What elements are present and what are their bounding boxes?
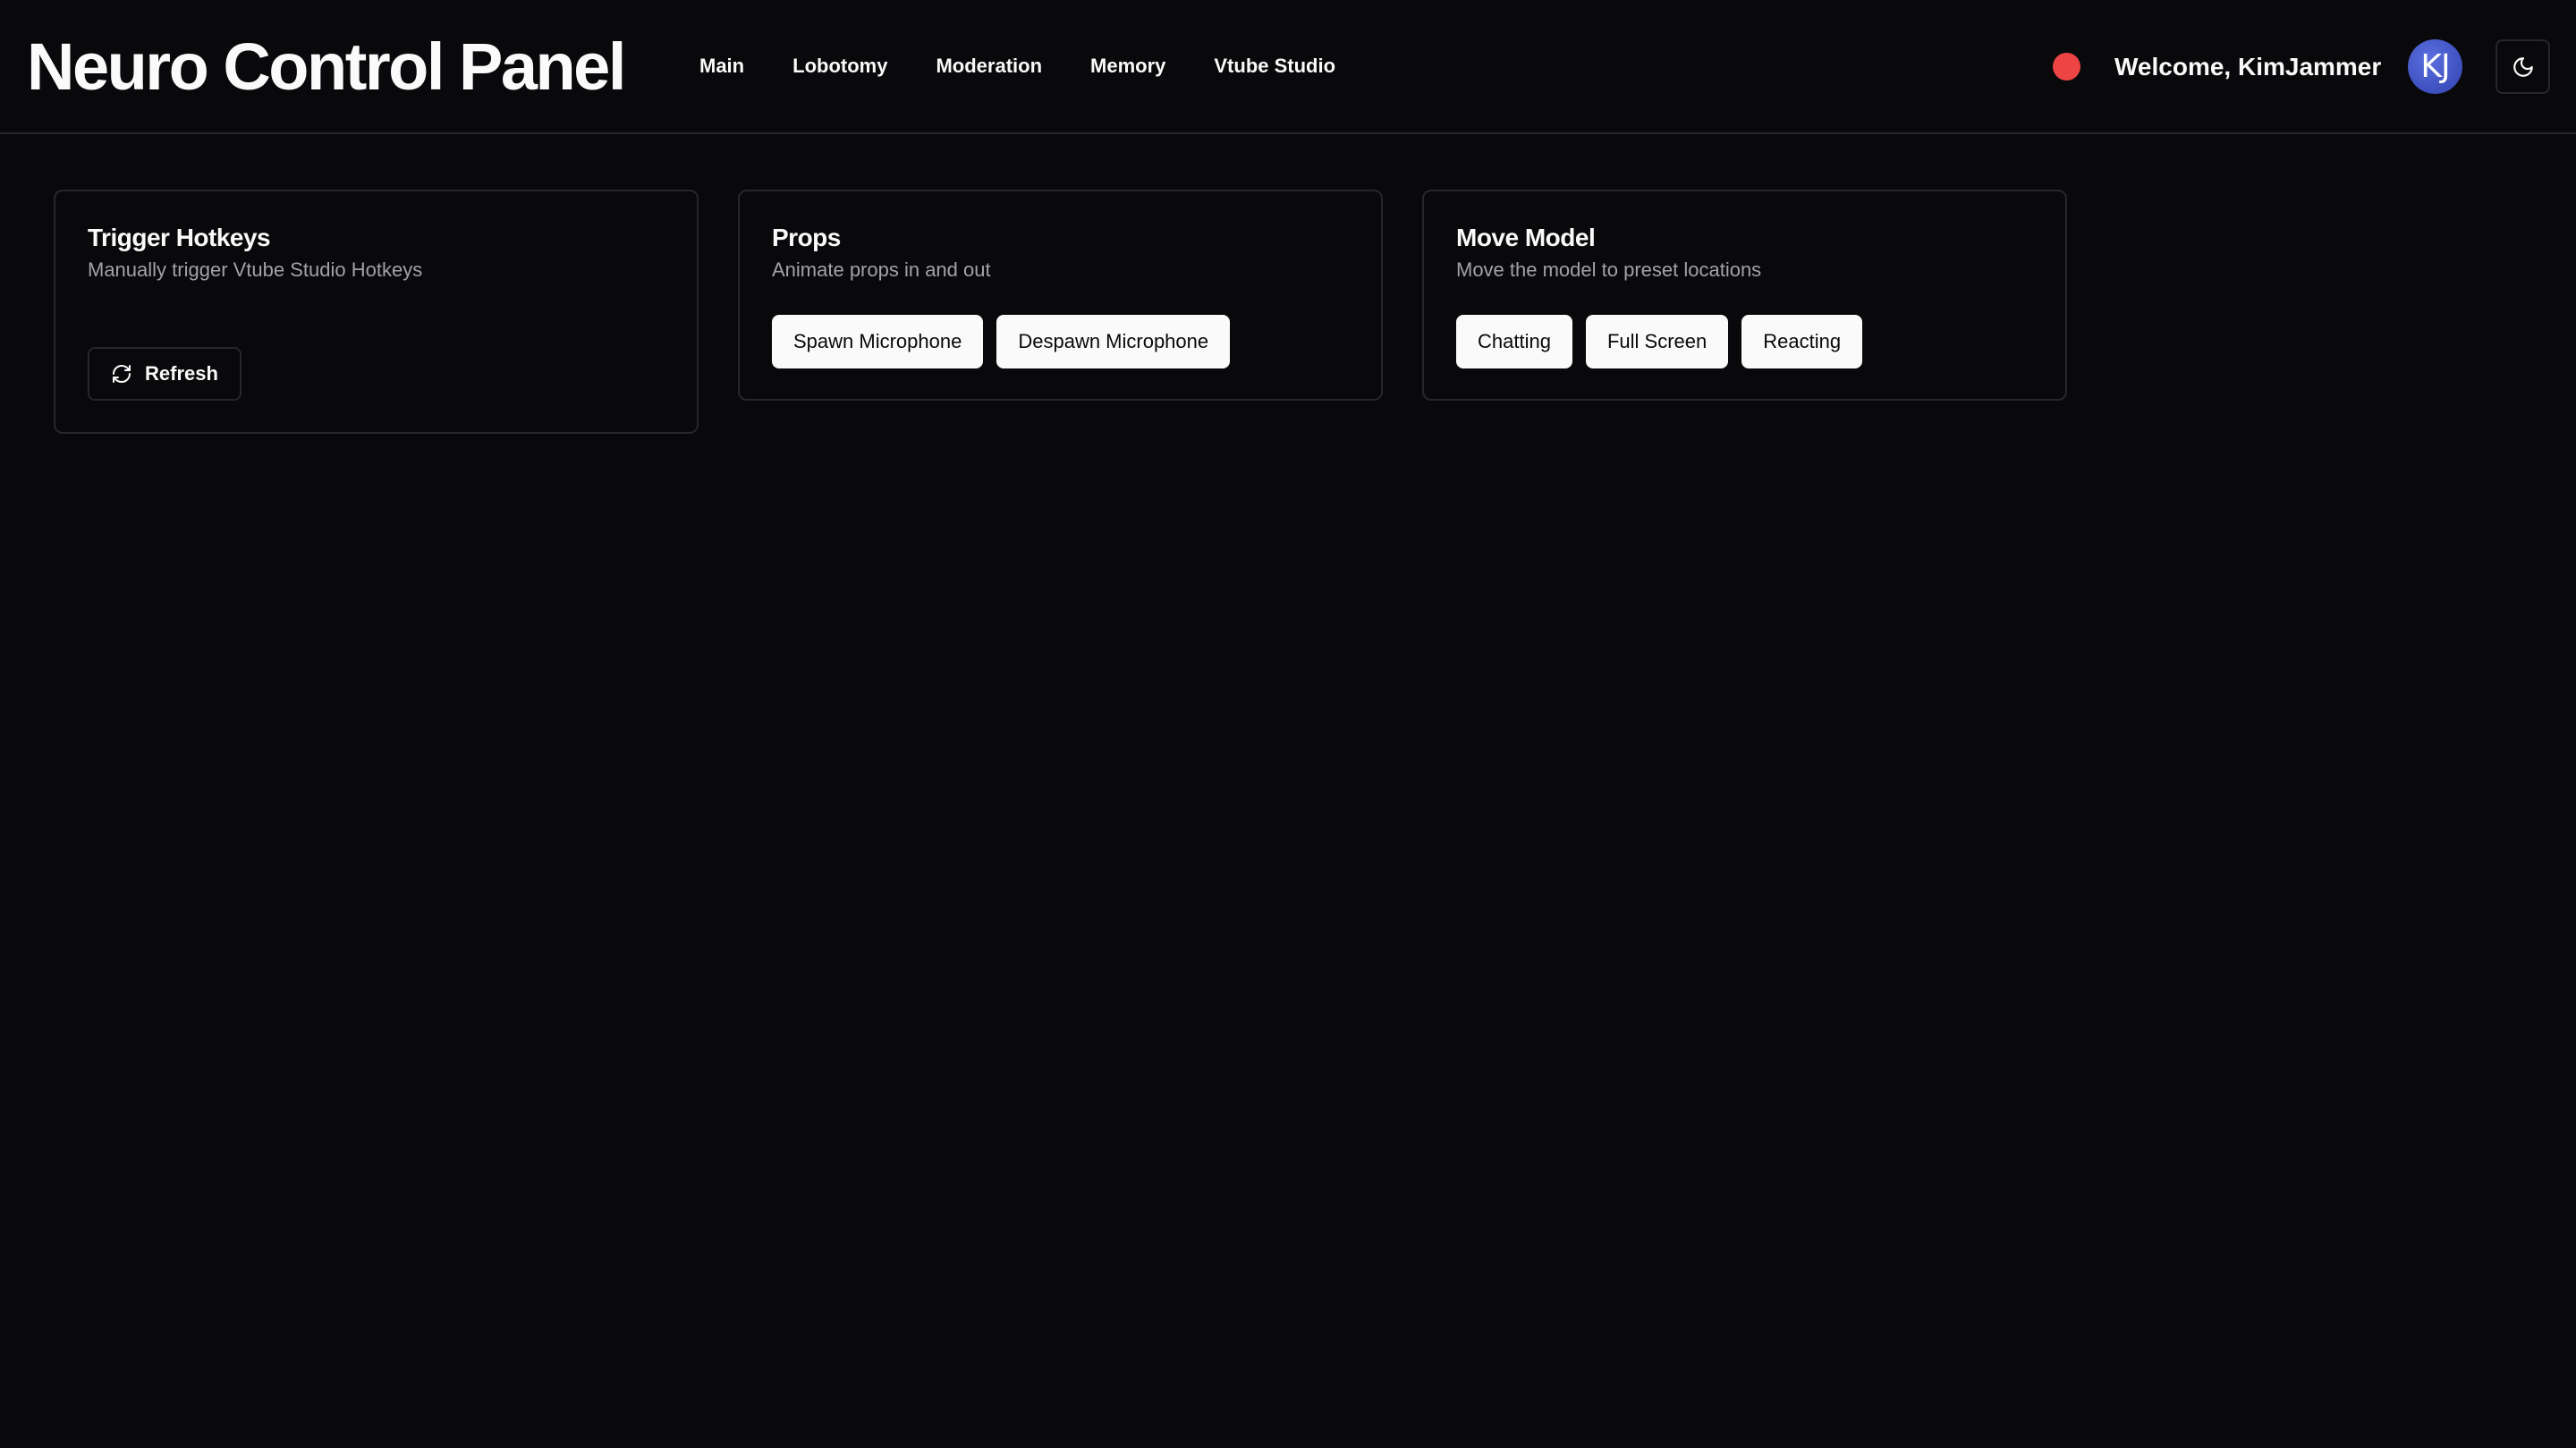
move-model-card: Move Model Move the model to preset loca… <box>1422 190 2067 401</box>
trigger-hotkeys-card: Trigger Hotkeys Manually trigger Vtube S… <box>54 190 699 434</box>
despawn-microphone-button[interactable]: Despawn Microphone <box>996 315 1231 368</box>
move-model-button-row: Chatting Full Screen Reacting <box>1456 315 1863 368</box>
card-description: Animate props in and out <box>772 258 991 281</box>
card-title: Move Model <box>1456 224 1596 251</box>
card-description: Move the model to preset locations <box>1456 258 1762 281</box>
nav-link-lobotomy[interactable]: Lobotomy <box>792 52 887 80</box>
app-title: Neuro Control Panel <box>27 30 626 104</box>
spawn-microphone-button[interactable]: Spawn Microphone <box>772 315 984 368</box>
refresh-label: Refresh <box>145 362 218 385</box>
chatting-position-button[interactable]: Chatting <box>1456 315 1572 368</box>
theme-toggle-button[interactable] <box>2496 39 2550 94</box>
refresh-hotkeys-button[interactable]: Refresh <box>88 347 242 401</box>
connection-status-indicator <box>2053 53 2080 80</box>
nav-link-main[interactable]: Main <box>699 52 744 80</box>
nav-link-memory[interactable]: Memory <box>1090 52 1165 80</box>
refresh-icon <box>113 365 131 383</box>
moon-icon <box>2512 56 2533 77</box>
nav-link-vtube-studio[interactable]: Vtube Studio <box>1214 52 1335 80</box>
full-screen-position-button[interactable]: Full Screen <box>1585 315 1729 368</box>
welcome-message: Welcome, KimJammer <box>2114 53 2382 80</box>
top-navbar: Neuro Control Panel Main Lobotomy Modera… <box>0 0 2576 134</box>
card-title: Trigger Hotkeys <box>88 224 271 251</box>
main-nav: Main Lobotomy Moderation Memory Vtube St… <box>699 52 1335 80</box>
card-title: Props <box>772 224 841 251</box>
user-avatar[interactable]: KJ <box>2408 39 2462 94</box>
reacting-position-button[interactable]: Reacting <box>1741 315 1863 368</box>
nav-link-moderation[interactable]: Moderation <box>936 52 1042 80</box>
props-card: Props Animate props in and out Spawn Mic… <box>738 190 1383 401</box>
props-button-row: Spawn Microphone Despawn Microphone <box>772 315 1231 368</box>
card-description: Manually trigger Vtube Studio Hotkeys <box>88 258 423 281</box>
